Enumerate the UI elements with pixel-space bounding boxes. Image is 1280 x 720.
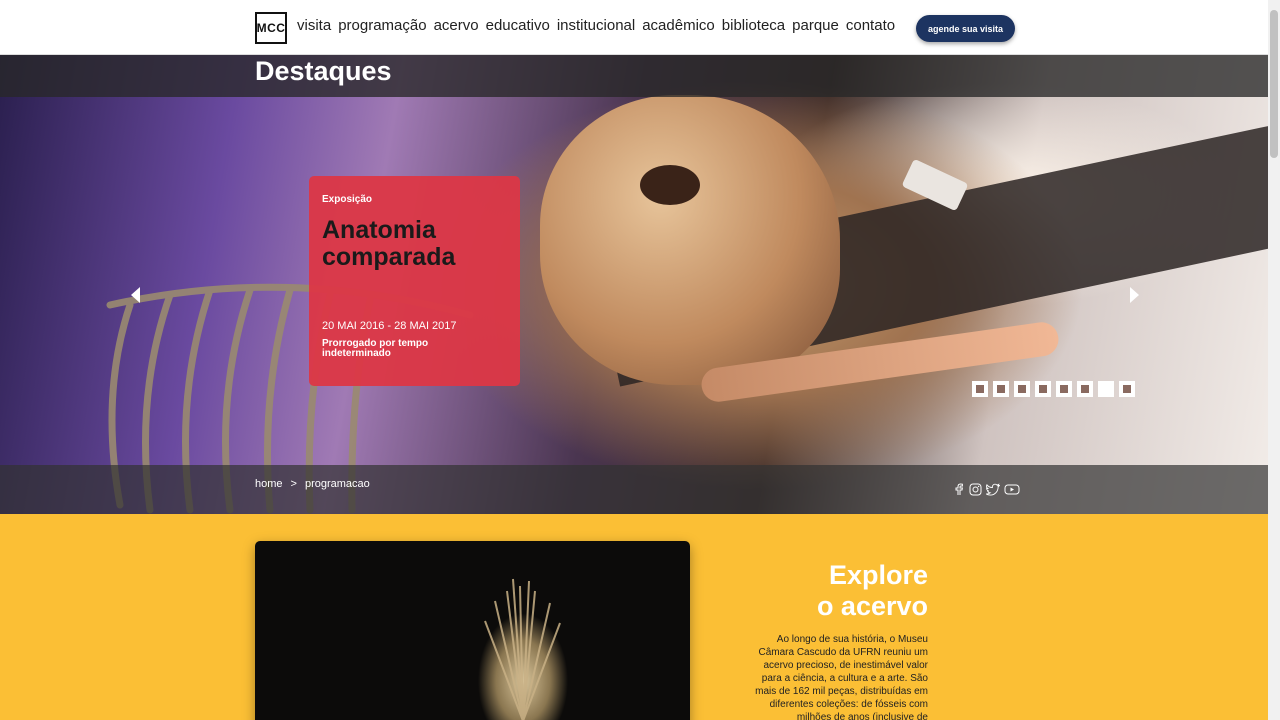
highlights-carousel: Destaques Exposição Anatomia comparada 2… <box>0 55 1268 514</box>
breadcrumb-band <box>0 465 1268 514</box>
carousel-dot-4[interactable] <box>1035 381 1051 397</box>
carousel-pagination <box>972 381 1135 397</box>
nav-acervo[interactable]: acervo <box>434 17 479 34</box>
youtube-icon[interactable] <box>1004 483 1020 496</box>
title-band <box>0 55 1268 97</box>
twitter-icon[interactable] <box>986 483 1000 496</box>
nav-parque[interactable]: parque <box>792 17 839 34</box>
nav-programacao[interactable]: programação <box>338 17 426 34</box>
mcc-logo[interactable]: MCC <box>255 12 287 44</box>
explore-title-line1: Explore <box>828 560 928 590</box>
breadcrumb: home > programacao <box>255 478 370 490</box>
card-title: Anatomia comparada <box>322 216 456 271</box>
card-category: Exposição <box>322 194 373 205</box>
nav-visita[interactable]: visita <box>297 17 331 34</box>
nav-contato[interactable]: contato <box>846 17 895 34</box>
scrollbar-thumb[interactable] <box>1270 10 1278 158</box>
site-header: MCC visita programação acervo educativo … <box>0 0 1268 55</box>
social-links <box>953 483 1020 496</box>
carousel-dot-3[interactable] <box>1014 381 1030 397</box>
carousel-dot-8[interactable] <box>1119 381 1135 397</box>
breadcrumb-home[interactable]: home <box>255 478 283 490</box>
main-nav: visita programação acervo educativo inst… <box>297 17 895 34</box>
facebook-icon[interactable] <box>953 483 965 496</box>
carousel-dot-1[interactable] <box>972 381 988 397</box>
card-dates: 20 MAI 2016 - 28 MAI 2017 <box>322 320 457 332</box>
carousel-dot-7[interactable] <box>1098 381 1114 397</box>
section-title: Destaques <box>255 56 392 86</box>
carousel-dot-6[interactable] <box>1077 381 1093 397</box>
nav-institucional[interactable]: institucional <box>557 17 635 34</box>
nav-biblioteca[interactable]: biblioteca <box>722 17 785 34</box>
card-note: Prorrogado por tempo indeterminado <box>322 338 429 359</box>
feather-headdress-image <box>484 578 561 720</box>
explore-title: Explore o acervo <box>760 560 928 622</box>
explore-title-line2: o acervo <box>816 591 928 621</box>
breadcrumb-separator: > <box>290 478 297 490</box>
explore-description: Ao longo de sua história, o Museu Câmara… <box>755 634 928 720</box>
breadcrumb-current: programacao <box>304 478 370 490</box>
carousel-dot-5[interactable] <box>1056 381 1072 397</box>
carousel-next-icon[interactable] <box>1130 287 1139 303</box>
nav-educativo[interactable]: educativo <box>486 17 550 34</box>
nav-academico[interactable]: acadêmico <box>642 17 715 34</box>
carousel-dot-2[interactable] <box>993 381 1009 397</box>
exhibition-card[interactable]: Exposição Anatomia comparada 20 MAI 2016… <box>309 176 520 386</box>
explore-collection-section: Explore o acervo Ao longo de sua históri… <box>0 514 1268 720</box>
instagram-icon[interactable] <box>969 483 982 496</box>
skull-eye-socket <box>640 165 700 205</box>
carousel-prev-icon[interactable] <box>131 287 140 303</box>
elephant-skull-image <box>540 95 840 385</box>
schedule-visit-button[interactable]: agende sua visita <box>916 15 1015 42</box>
collection-feather-photo[interactable] <box>255 541 690 720</box>
